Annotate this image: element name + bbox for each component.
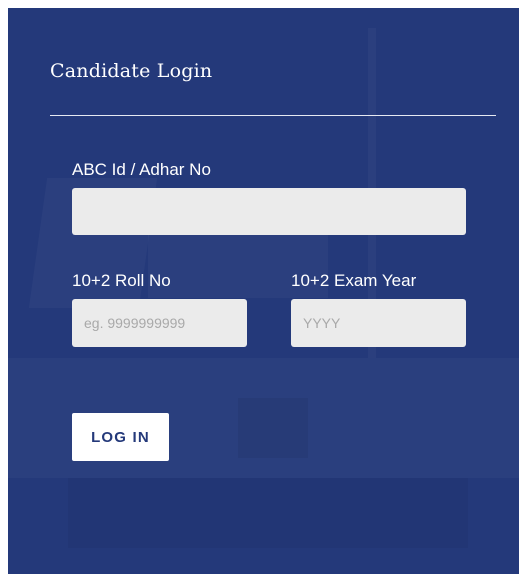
background-object <box>238 398 308 458</box>
roll-no-label: 10+2 Roll No <box>72 271 171 290</box>
background-steps <box>68 478 468 548</box>
login-button[interactable]: LOG IN <box>72 413 169 461</box>
abc-id-label: ABC Id / Adhar No <box>72 160 211 179</box>
form-title: Candidate Login <box>50 60 213 82</box>
roll-no-input[interactable] <box>72 299 247 347</box>
exam-year-label: 10+2 Exam Year <box>291 271 417 290</box>
exam-year-input[interactable] <box>291 299 466 347</box>
title-divider <box>50 115 496 116</box>
login-panel: Candidate Login ABC Id / Adhar No 10+2 R… <box>8 8 519 574</box>
abc-id-input[interactable] <box>72 188 466 235</box>
